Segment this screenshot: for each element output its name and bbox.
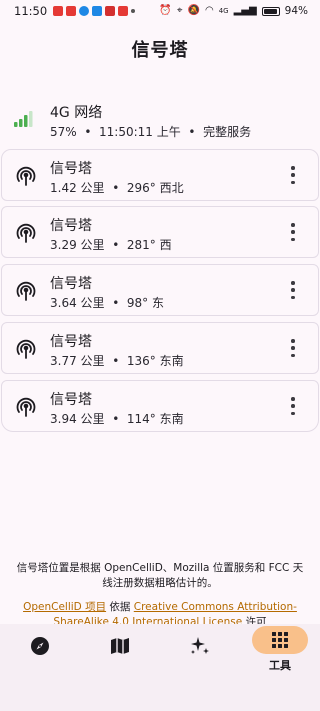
signal-strength-icon	[14, 111, 33, 127]
cell-signal-icon: ▂▄▆	[233, 5, 257, 16]
status-time: 11:50	[14, 4, 48, 18]
cell-tower-icon	[16, 166, 36, 186]
alarm-icon: ⏰	[159, 5, 172, 16]
opencellid-link[interactable]: OpenCelliD 项目	[23, 601, 106, 613]
notification-icon	[79, 6, 90, 16]
notification-icons	[53, 6, 136, 16]
cell-tower-name: 信号塔	[50, 334, 92, 350]
cell-tower-icon	[16, 397, 36, 417]
distance: 3.94 公里	[50, 412, 105, 426]
separator: •	[112, 238, 120, 252]
distance: 1.42 公里	[50, 181, 105, 195]
cell-tower-card[interactable]: 信号塔 1.42 公里 • 296° 西北	[1, 149, 319, 201]
sparkle-icon	[191, 637, 209, 654]
cell-tower-icon	[16, 223, 36, 243]
cell-tower-detail: 3.29 公里 • 281° 西	[50, 236, 172, 253]
cell-tower-name: 信号塔	[50, 276, 92, 292]
notification-icon	[53, 6, 64, 16]
separator: •	[112, 296, 120, 310]
more-options-icon[interactable]	[290, 223, 296, 241]
grid-icon	[272, 632, 288, 648]
update-time: 11:50:11 上午	[99, 125, 181, 139]
network-type-title: 4G 网络	[50, 105, 103, 121]
map-icon	[111, 638, 129, 654]
bearing: 281° 西	[126, 238, 172, 252]
more-options-icon[interactable]	[290, 281, 296, 299]
nav-item-map[interactable]	[80, 624, 160, 711]
notification-icon	[66, 6, 77, 16]
separator: •	[112, 412, 120, 426]
cell-tower-card[interactable]: 信号塔 3.77 公里 • 136° 东南	[1, 322, 319, 374]
cell-tower-detail: 1.42 公里 • 296° 西北	[50, 179, 184, 196]
mute-icon: 🔕	[187, 5, 200, 16]
signal-percent: 57%	[50, 125, 77, 139]
service-status: 完整服务	[203, 125, 252, 139]
notification-icon	[105, 6, 116, 16]
separator: •	[84, 125, 92, 139]
cell-tower-name: 信号塔	[50, 218, 92, 234]
compass-icon	[31, 637, 49, 655]
distance: 3.77 公里	[50, 354, 105, 368]
cell-tower-card[interactable]: 信号塔 3.64 公里 • 98° 东	[1, 264, 319, 316]
cell-tower-icon	[16, 281, 36, 301]
separator: •	[112, 181, 120, 195]
status-right: ⏰ ⌖ 🔕 ◠ 4G ▂▄▆ 94%	[159, 5, 308, 17]
status-left: 11:50	[14, 4, 136, 18]
bearing: 114° 东南	[126, 412, 184, 426]
cell-tower-detail: 3.64 公里 • 98° 东	[50, 294, 164, 311]
cell-tower-name: 信号塔	[50, 161, 92, 177]
battery-level: 94%	[284, 5, 308, 17]
notification-icon	[118, 6, 129, 16]
page-title: 信号塔	[131, 40, 189, 61]
wifi-icon: ◠	[204, 5, 214, 16]
serving-cell-row: 4G 网络 57% • 11:50:11 上午 • 完整服务	[0, 96, 320, 144]
data-source-note: 信号塔位置是根据 OpenCelliD、Mozilla 位置服务和 FCC 天线…	[16, 562, 304, 589]
more-dot-icon	[131, 9, 136, 13]
distance: 3.64 公里	[50, 296, 105, 310]
more-options-icon[interactable]	[290, 166, 296, 184]
status-bar: 11:50 ⏰ ⌖ 🔕 ◠ 4G ▂▄▆ 94%	[0, 0, 320, 22]
cell-tower-card[interactable]: 信号塔 3.94 公里 • 114° 东南	[1, 380, 319, 432]
nav-item-sparkle[interactable]	[160, 624, 240, 711]
location-icon: ⌖	[176, 5, 183, 16]
battery-icon	[261, 6, 280, 16]
cell-tower-detail: 3.94 公里 • 114° 东南	[50, 410, 184, 427]
bearing: 98° 东	[126, 296, 164, 310]
distance: 3.29 公里	[50, 238, 105, 252]
cell-tower-name: 信号塔	[50, 392, 92, 408]
cell-tower-card[interactable]: 信号塔 3.29 公里 • 281° 西	[1, 206, 319, 258]
separator: •	[188, 125, 196, 139]
bearing: 136° 东南	[126, 354, 184, 368]
nav-item-tools[interactable]: 工具	[244, 624, 320, 711]
separator: •	[112, 354, 120, 368]
more-options-icon[interactable]	[290, 397, 296, 415]
more-options-icon[interactable]	[290, 339, 296, 357]
license-connector: 依据	[106, 601, 134, 613]
serving-cell-details: 57% • 11:50:11 上午 • 完整服务	[50, 123, 251, 140]
network-type: 4G	[218, 6, 229, 15]
cell-tower-icon	[16, 339, 36, 359]
cell-tower-detail: 3.77 公里 • 136° 东南	[50, 352, 184, 369]
bottom-navigation: 工具	[0, 624, 320, 711]
nav-item-compass[interactable]	[0, 624, 80, 711]
bearing: 296° 西北	[126, 181, 184, 195]
nav-label-tools: 工具	[269, 659, 291, 672]
notification-icon	[92, 6, 103, 16]
